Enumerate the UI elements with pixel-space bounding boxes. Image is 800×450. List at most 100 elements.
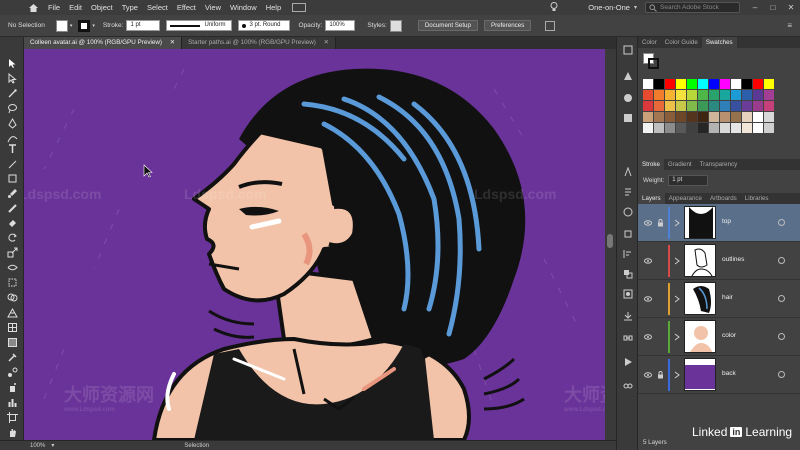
swatch[interactable] (643, 112, 653, 122)
paintbrush-tool-icon[interactable] (7, 188, 18, 199)
swatch[interactable] (687, 123, 697, 133)
tab-color-guide[interactable]: Color Guide (661, 37, 702, 48)
expand-arrow-icon[interactable] (674, 295, 680, 303)
color-panel-icon[interactable] (623, 45, 633, 55)
brush-dropdown[interactable]: 3 pt. Round (238, 20, 291, 31)
eraser-tool-icon[interactable] (7, 217, 18, 228)
symbol-sprayer-tool-icon[interactable] (7, 382, 18, 393)
swatch[interactable] (665, 123, 675, 133)
eye-icon[interactable] (644, 295, 652, 303)
swatch[interactable] (676, 101, 686, 111)
menu-type[interactable]: Type (122, 3, 138, 12)
target-icon[interactable] (778, 219, 785, 226)
swatch[interactable] (753, 101, 763, 111)
swatch[interactable] (698, 112, 708, 122)
preferences-button[interactable]: Preferences (483, 20, 532, 31)
swatch[interactable] (698, 101, 708, 111)
chevron-down-icon[interactable]: ▾ (70, 23, 73, 29)
brushes-icon[interactable] (623, 71, 633, 81)
swatch[interactable] (742, 112, 752, 122)
rectangle-tool-icon[interactable] (7, 173, 18, 184)
swatch[interactable] (654, 123, 664, 133)
stroke-indicator[interactable] (648, 58, 659, 69)
swatch[interactable] (742, 79, 752, 89)
swatch[interactable] (654, 79, 664, 89)
expand-arrow-icon[interactable] (674, 333, 680, 341)
swatch[interactable] (643, 123, 653, 133)
swatch[interactable] (709, 90, 719, 100)
expand-arrow-icon[interactable] (674, 219, 680, 227)
swatch[interactable] (643, 79, 653, 89)
swatch[interactable] (676, 79, 686, 89)
swatch[interactable] (742, 123, 752, 133)
swatch[interactable] (687, 79, 697, 89)
tab-appearance[interactable]: Appearance (665, 193, 706, 204)
graphic-styles-icon[interactable] (623, 289, 633, 299)
target-icon[interactable] (778, 257, 785, 264)
swatch[interactable] (698, 79, 708, 89)
tab-starter-paths[interactable]: Starter paths.ai @ 100% (RGB/GPU Preview… (182, 37, 336, 49)
swatch[interactable] (698, 123, 708, 133)
swatch[interactable] (753, 123, 763, 133)
shape-builder-tool-icon[interactable] (7, 292, 18, 303)
target-icon[interactable] (778, 333, 785, 340)
opacity-field[interactable]: 100% (325, 20, 356, 31)
vertical-scrollbar[interactable] (605, 49, 616, 440)
swatch[interactable] (654, 112, 664, 122)
weight-field[interactable]: 1 pt (668, 175, 709, 186)
menu-view[interactable]: View (205, 3, 221, 12)
lock-icon[interactable] (657, 371, 664, 379)
swatch[interactable] (709, 79, 719, 89)
swatch[interactable] (764, 101, 774, 111)
swatch[interactable] (654, 90, 664, 100)
tab-color[interactable]: Color (638, 37, 661, 48)
menu-effect[interactable]: Effect (177, 3, 196, 12)
swatch[interactable] (764, 90, 774, 100)
menu-file[interactable]: File (48, 3, 60, 12)
close-button[interactable]: ✕ (782, 0, 800, 15)
swatch[interactable] (709, 123, 719, 133)
tab-stroke[interactable]: Stroke (638, 159, 664, 170)
asset-export-icon[interactable] (623, 311, 633, 321)
avatar-illustration[interactable]: Ldspsd.com Ldspsd.com Ldspsd.com 大师资源网 大… (24, 49, 616, 440)
eye-icon[interactable] (644, 371, 652, 379)
swatch[interactable] (643, 101, 653, 111)
menu-icon[interactable]: ≡ (787, 21, 792, 30)
swatch[interactable] (742, 90, 752, 100)
transform-icon[interactable] (623, 229, 633, 239)
swatch[interactable] (720, 101, 730, 111)
swatch[interactable] (665, 90, 675, 100)
layer-row[interactable]: back (638, 356, 800, 394)
lasso-tool-icon[interactable] (7, 103, 18, 114)
swatch[interactable] (720, 112, 730, 122)
target-icon[interactable] (778, 371, 785, 378)
swatch[interactable] (665, 112, 675, 122)
hand-tool-icon[interactable] (7, 427, 18, 438)
close-icon[interactable]: ✕ (324, 39, 329, 46)
fill-swatch[interactable] (55, 19, 68, 32)
swatch[interactable] (764, 123, 774, 133)
scroll-thumb[interactable] (607, 234, 613, 248)
swatch[interactable] (731, 101, 741, 111)
menu-edit[interactable]: Edit (69, 3, 82, 12)
menu-object[interactable]: Object (91, 3, 113, 12)
artboard-canvas[interactable]: Ldspsd.com Ldspsd.com Ldspsd.com 大师资源网 大… (24, 49, 616, 440)
fill-stroke-indicator[interactable] (643, 53, 659, 69)
tab-colleen-avatar[interactable]: Colleen avatar.ai @ 100% (RGB/GPU Previe… (24, 37, 183, 49)
eye-icon[interactable] (644, 257, 652, 265)
shaper-tool-icon[interactable] (7, 203, 18, 214)
swatch[interactable] (709, 101, 719, 111)
stroke-weight-field[interactable]: 1 pt (126, 20, 161, 31)
swatch[interactable] (720, 90, 730, 100)
document-setup-button[interactable]: Document Setup (417, 20, 478, 31)
stroke-swatch[interactable] (78, 19, 91, 32)
rotate-tool-icon[interactable] (7, 232, 18, 243)
actions-icon[interactable] (623, 357, 633, 367)
swatch[interactable] (731, 79, 741, 89)
mesh-tool-icon[interactable] (7, 322, 18, 333)
tab-transparency[interactable]: Transparency (696, 159, 742, 170)
selection-tool-icon[interactable] (7, 58, 18, 69)
swatch[interactable] (665, 101, 675, 111)
arrange-documents-icon[interactable] (292, 3, 307, 12)
eyedropper-tool-icon[interactable] (7, 352, 18, 363)
